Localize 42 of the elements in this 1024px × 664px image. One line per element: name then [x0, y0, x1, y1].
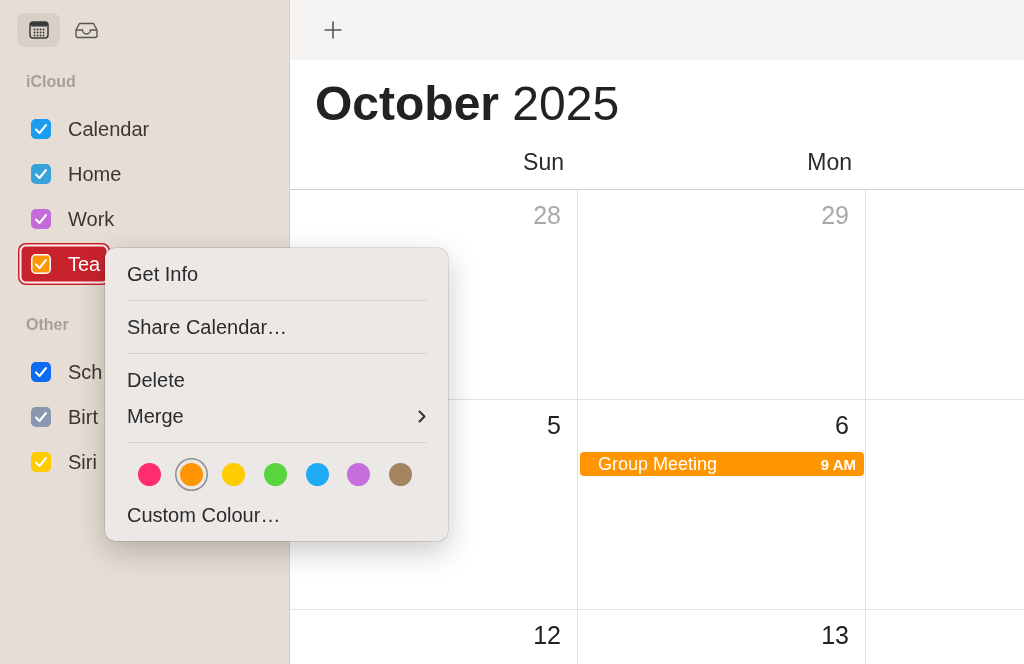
inbox-tray-icon: [74, 21, 99, 39]
checkbox[interactable]: [31, 164, 51, 184]
calendar-list-item[interactable]: Work: [18, 198, 115, 240]
calendar-view-button[interactable]: [17, 13, 60, 47]
chevron-right-icon: [418, 409, 426, 423]
calendar-icon: [28, 21, 49, 39]
day-number: 28: [533, 201, 561, 229]
checkbox[interactable]: [31, 407, 51, 427]
weekday-header: Mon: [807, 149, 852, 175]
checkbox[interactable]: [31, 209, 51, 229]
menu-item[interactable]: Custom Colour…: [110, 497, 443, 533]
color-swatch-icon[interactable]: [263, 462, 287, 486]
event-title: Group Meeting: [598, 453, 718, 475]
section-header: Other: [26, 315, 69, 335]
menu-item[interactable]: Merge: [110, 398, 443, 434]
calendar-list-item[interactable]: Home: [18, 153, 122, 195]
checkbox[interactable]: [31, 362, 51, 382]
color-swatch-icon[interactable]: [389, 462, 413, 486]
day-number: 5: [547, 411, 561, 439]
calendar-list-item[interactable]: Tea: [18, 243, 111, 285]
weekday-header: Sun: [523, 149, 564, 175]
menu-item[interactable]: Get Info: [110, 256, 443, 292]
color-swatch-icon[interactable]: [305, 462, 329, 486]
color-swatch-icon[interactable]: [347, 462, 371, 486]
menu-item[interactable]: Share Calendar…: [110, 309, 443, 345]
checkbox[interactable]: [31, 119, 51, 139]
day-number: 12: [533, 621, 561, 649]
color-swatch-icon[interactable]: [138, 462, 162, 486]
calendar-list-item[interactable]: Sch: [18, 351, 103, 393]
section-header: iCloud: [26, 72, 76, 92]
plus-icon: [324, 21, 342, 39]
day-number: 6: [835, 411, 849, 439]
calendar-list-item[interactable]: Siri: [18, 441, 97, 483]
color-swatch-icon[interactable]: [222, 462, 245, 486]
day-number: 29: [821, 201, 849, 229]
calendar-list-item[interactable]: Calendar: [18, 108, 150, 150]
calendar-list-item[interactable]: Birt: [18, 396, 98, 438]
color-swatch-icon[interactable]: [175, 457, 209, 491]
day-number: 13: [821, 621, 849, 649]
month-title: October 2025: [315, 75, 620, 131]
event-time: 9 AM: [820, 455, 856, 473]
menu-item[interactable]: Delete: [110, 362, 443, 398]
